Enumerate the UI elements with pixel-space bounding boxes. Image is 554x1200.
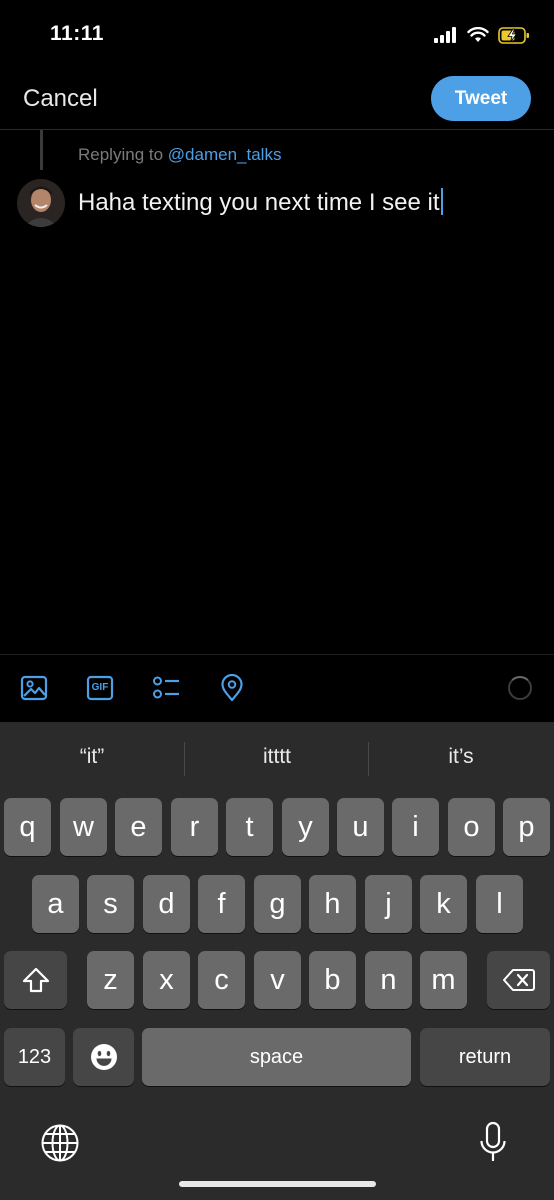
key-z[interactable]: z [87, 951, 134, 1009]
key-b[interactable]: b [309, 951, 356, 1009]
key-c[interactable]: c [198, 951, 245, 1009]
status-icons [434, 24, 530, 46]
text-cursor [440, 188, 443, 215]
key-o[interactable]: o [448, 798, 495, 856]
gif-icon[interactable]: GIF [86, 674, 114, 702]
poll-icon[interactable] [152, 674, 180, 702]
key-t[interactable]: t [226, 798, 273, 856]
cellular-signal-icon [434, 27, 456, 43]
suggestion-divider [184, 742, 185, 776]
key-i[interactable]: i [392, 798, 439, 856]
key-a[interactable]: a [32, 875, 79, 933]
key-v[interactable]: v [254, 951, 301, 1009]
key-p[interactable]: p [503, 798, 550, 856]
emoji-key[interactable] [73, 1028, 134, 1086]
shift-icon [22, 967, 49, 993]
reply-thread-line [40, 130, 43, 170]
wifi-icon [467, 27, 489, 42]
avatar-photo [17, 179, 65, 227]
replying-prefix: Replying to [78, 145, 164, 164]
globe-icon[interactable] [40, 1123, 80, 1163]
key-l[interactable]: l [476, 875, 523, 933]
replying-to-label: Replying to @damen_talks [78, 145, 281, 165]
key-j[interactable]: j [365, 875, 412, 933]
compose-text: Haha texting you next time I see it [78, 189, 440, 216]
space-key[interactable]: space [142, 1028, 411, 1086]
key-k[interactable]: k [420, 875, 467, 933]
home-indicator[interactable] [179, 1181, 376, 1187]
avatar[interactable] [17, 179, 65, 227]
return-key[interactable]: return [420, 1028, 550, 1086]
key-s[interactable]: s [87, 875, 134, 933]
key-d[interactable]: d [143, 875, 190, 933]
numbers-key[interactable]: 123 [4, 1028, 65, 1086]
delete-key[interactable] [487, 951, 550, 1009]
key-h[interactable]: h [309, 875, 356, 933]
suggestion-1[interactable]: “it” [17, 745, 167, 769]
location-icon[interactable] [218, 674, 246, 702]
key-g[interactable]: g [254, 875, 301, 933]
suggestion-divider [368, 742, 369, 776]
key-u[interactable]: u [337, 798, 384, 856]
key-r[interactable]: r [171, 798, 218, 856]
battery-charging-icon [498, 26, 529, 44]
compose-text-field[interactable]: Haha texting you next time I see it [78, 188, 443, 217]
key-y[interactable]: y [282, 798, 329, 856]
header-divider [0, 129, 554, 130]
image-icon[interactable] [20, 674, 48, 702]
key-x[interactable]: x [143, 951, 190, 1009]
microphone-icon[interactable] [478, 1121, 508, 1165]
tweet-button[interactable]: Tweet [431, 76, 531, 121]
key-e[interactable]: e [115, 798, 162, 856]
cancel-button[interactable]: Cancel [23, 85, 98, 113]
key-m[interactable]: m [420, 951, 467, 1009]
key-n[interactable]: n [365, 951, 412, 1009]
backspace-icon [502, 969, 535, 991]
replying-handle-link[interactable]: @damen_talks [168, 145, 282, 164]
gif-icon-label: GIF [91, 682, 109, 693]
character-count-ring [508, 676, 532, 700]
shift-key[interactable] [4, 951, 67, 1009]
toolbar-divider [0, 654, 554, 655]
status-time: 11:11 [50, 22, 104, 45]
key-w[interactable]: w [60, 798, 107, 856]
emoji-icon [90, 1044, 117, 1070]
suggestion-3[interactable]: it’s [386, 745, 536, 769]
key-f[interactable]: f [198, 875, 245, 933]
key-q[interactable]: q [4, 798, 51, 856]
suggestion-2[interactable]: itttt [202, 745, 352, 769]
